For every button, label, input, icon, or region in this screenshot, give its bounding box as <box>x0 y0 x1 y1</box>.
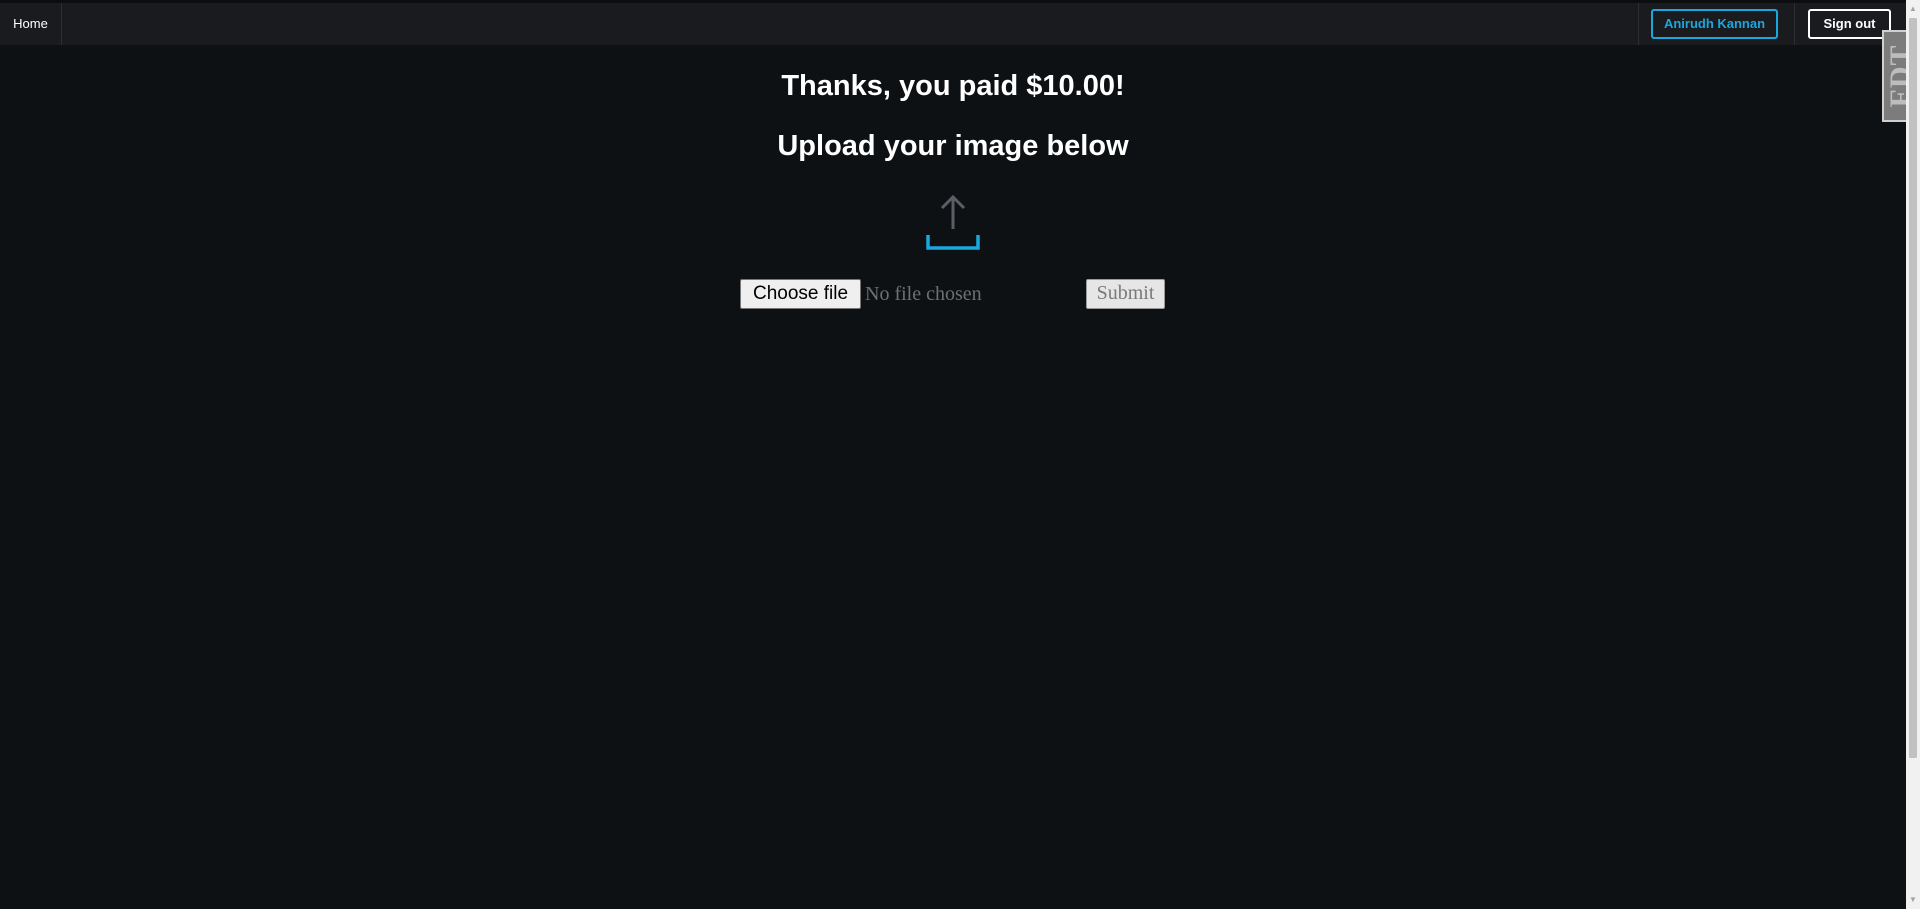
user-profile-button[interactable]: Anirudh Kannan <box>1651 9 1778 39</box>
nav-home-link[interactable]: Home <box>0 3 62 45</box>
vertical-scrollbar[interactable]: ▲ ▼ <box>1906 0 1920 909</box>
nav-divider <box>1794 3 1795 45</box>
file-status-text: No file chosen <box>865 283 982 305</box>
upload-tray-icon <box>926 194 980 250</box>
scroll-up-arrow-icon[interactable]: ▲ <box>1906 2 1920 16</box>
sign-out-button[interactable]: Sign out <box>1808 9 1891 39</box>
page: Home Anirudh Kannan Sign out FDT ▲ ▼ Tha… <box>0 0 1920 909</box>
upload-prompt-heading: Upload your image below <box>777 130 1129 162</box>
nav-divider <box>1638 3 1639 45</box>
choose-file-button[interactable]: Choose file <box>740 279 861 309</box>
top-navbar: Home Anirudh Kannan Sign out <box>0 0 1906 45</box>
scroll-down-arrow-icon[interactable]: ▼ <box>1906 893 1920 907</box>
submit-button[interactable]: Submit <box>1086 279 1165 309</box>
payment-confirmation-heading: Thanks, you paid $10.00! <box>781 70 1125 102</box>
scrollbar-thumb[interactable] <box>1909 18 1917 758</box>
